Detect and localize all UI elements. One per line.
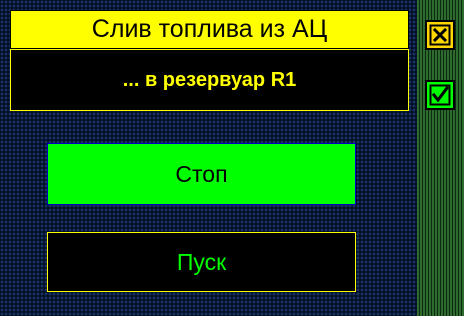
close-button[interactable]: [425, 20, 455, 50]
dialog-title-text: Слив топлива из АЦ: [91, 15, 328, 43]
stop-button[interactable]: Стоп: [47, 143, 356, 205]
checkmark-icon: [429, 84, 451, 106]
dialog-subtitle-text: ... в резервуар R1: [122, 68, 297, 91]
confirm-button[interactable]: [425, 80, 455, 110]
stop-button-label: Стоп: [175, 160, 228, 187]
close-x-icon: [429, 24, 451, 46]
start-button-label: Пуск: [176, 248, 227, 275]
dialog-subtitle: ... в резервуар R1: [10, 49, 409, 111]
start-button[interactable]: Пуск: [47, 232, 356, 292]
dialog-title: Слив топлива из АЦ: [10, 10, 409, 49]
